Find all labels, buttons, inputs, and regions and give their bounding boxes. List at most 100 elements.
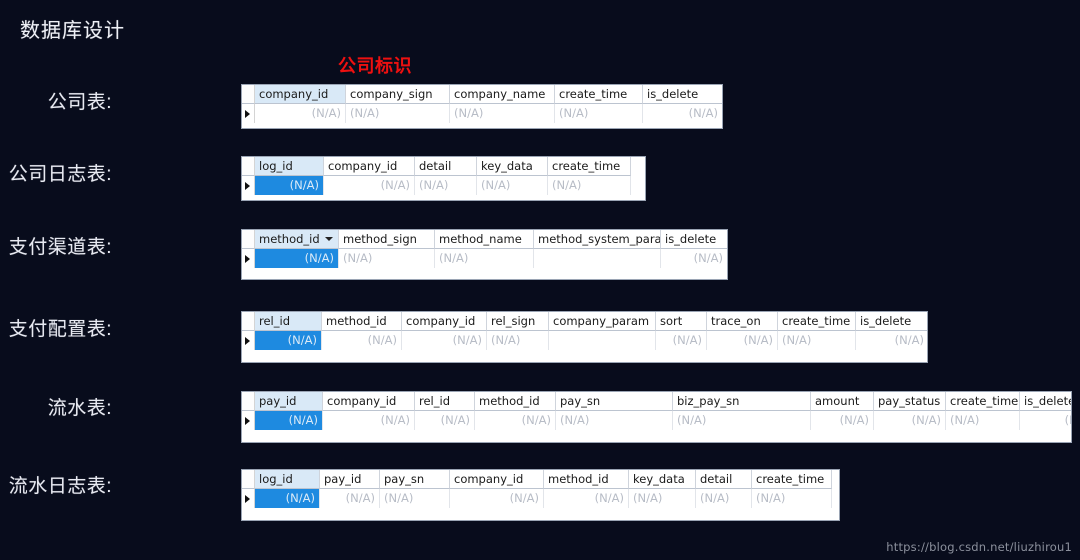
column-header[interactable]: create_time	[778, 312, 856, 331]
column-header[interactable]: company_param	[549, 312, 656, 331]
table-cell[interactable]: (N/A)	[487, 331, 549, 350]
column-header[interactable]: rel_sign	[487, 312, 549, 331]
column-header[interactable]: log_id	[255, 470, 320, 489]
column-header[interactable]: company_id	[324, 157, 415, 176]
column-header[interactable]: method_name	[435, 230, 534, 249]
data-grid[interactable]: log_id pay_id pay_sn company_id method_id key…	[241, 469, 840, 521]
column-header[interactable]: method_sign	[339, 230, 435, 249]
column-header[interactable]: company_id	[450, 470, 544, 489]
table-cell[interactable]: (N/A)	[402, 331, 487, 350]
table-cell[interactable]: (N/A)	[752, 489, 832, 508]
table-cell[interactable]: (N/A)	[339, 249, 435, 268]
table-cell[interactable]: (N/A)	[380, 489, 450, 508]
column-header[interactable]: create_time	[548, 157, 631, 176]
column-header[interactable]: sort	[656, 312, 707, 331]
column-header[interactable]: company_sign	[346, 85, 450, 104]
column-header[interactable]: company_id	[255, 85, 346, 104]
table-cell[interactable]: (N/A)	[555, 104, 643, 123]
table-cell[interactable]: (N/A)	[346, 104, 450, 123]
column-header[interactable]: create_time	[555, 85, 643, 104]
table-cell[interactable]: (N/A)	[856, 331, 927, 350]
column-header[interactable]: create_time	[752, 470, 832, 489]
column-header[interactable]: is_delete	[643, 85, 722, 104]
table-cell[interactable]: (N/A)	[556, 411, 673, 430]
table-cell[interactable]: (N/A)	[415, 411, 475, 430]
table-cell[interactable]: (N/A)	[415, 176, 477, 195]
row-indicator-gutter[interactable]	[242, 249, 255, 268]
column-header[interactable]: rel_id	[255, 312, 322, 331]
column-header[interactable]: method_id	[255, 230, 339, 249]
column-header[interactable]: key_data	[477, 157, 548, 176]
column-header[interactable]: is_delete	[661, 230, 727, 249]
data-grid[interactable]: company_id company_sign company_name create…	[241, 84, 723, 129]
table-cell[interactable]: (N/A)	[946, 411, 1020, 430]
table-cell[interactable]: (N/A)	[673, 411, 811, 430]
table-cell[interactable]: (N/A)	[255, 249, 339, 268]
table-cell[interactable]: (N/A)	[255, 176, 324, 195]
table-cell[interactable]: (N/A)	[255, 411, 323, 430]
row-indicator-gutter[interactable]	[242, 176, 255, 195]
column-header[interactable]: log_id	[255, 157, 324, 176]
table-cell[interactable]: (N/A)	[255, 489, 320, 508]
table-row[interactable]: (N/A) (N/A) (N/A) (N/A) (N/A)	[242, 176, 645, 195]
table-cell[interactable]: (N/A)	[255, 104, 346, 123]
column-header[interactable]: detail	[696, 470, 752, 489]
row-indicator-gutter[interactable]	[242, 489, 255, 508]
table-cell[interactable]: (N/A)	[643, 104, 722, 123]
table-cell[interactable]: (N/A)	[320, 489, 380, 508]
column-header[interactable]: company_name	[450, 85, 555, 104]
row-indicator-gutter[interactable]	[242, 411, 255, 430]
table-cell[interactable]: (N/A)	[450, 489, 544, 508]
table-cell[interactable]: (N/A)	[1020, 411, 1071, 430]
table-cell[interactable]: (N/A)	[477, 176, 548, 195]
table-cell[interactable]: (N/A)	[475, 411, 556, 430]
chevron-down-icon[interactable]	[325, 237, 333, 241]
column-header[interactable]: pay_status	[874, 392, 946, 411]
column-header[interactable]: amount	[811, 392, 874, 411]
table-cell[interactable]	[549, 331, 656, 350]
column-header[interactable]: pay_sn	[556, 392, 673, 411]
table-cell[interactable]: (N/A)	[322, 331, 402, 350]
table-cell[interactable]: (N/A)	[656, 331, 707, 350]
column-header[interactable]: detail	[415, 157, 477, 176]
table-cell[interactable]: (N/A)	[450, 104, 555, 123]
column-header[interactable]: is_delete	[856, 312, 927, 331]
data-grid[interactable]: method_id method_sign method_name method_sy…	[241, 229, 728, 280]
column-header[interactable]: rel_id	[415, 392, 475, 411]
column-header[interactable]: company_id	[323, 392, 415, 411]
table-cell[interactable]: (N/A)	[435, 249, 534, 268]
column-header[interactable]: method_id	[475, 392, 556, 411]
column-header[interactable]: trace_on	[707, 312, 778, 331]
table-cell[interactable]: (N/A)	[548, 176, 631, 195]
column-header[interactable]: method_system_param	[534, 230, 661, 249]
column-header[interactable]: is_delete	[1020, 392, 1071, 411]
table-cell[interactable]: (N/A)	[629, 489, 696, 508]
data-grid[interactable]: rel_id method_id company_id rel_sign company…	[241, 311, 928, 363]
table-cell[interactable]: (N/A)	[874, 411, 946, 430]
table-cell[interactable]: (N/A)	[323, 411, 415, 430]
table-cell[interactable]: (N/A)	[255, 331, 322, 350]
table-row[interactable]: (N/A) (N/A) (N/A) (N/A) (N/A) (N/A) (N/A) (N/A)…	[242, 411, 1071, 430]
table-cell[interactable]: (N/A)	[778, 331, 856, 350]
row-indicator-gutter[interactable]	[242, 331, 255, 350]
column-header[interactable]: key_data	[629, 470, 696, 489]
column-header[interactable]: method_id	[544, 470, 629, 489]
column-header[interactable]: pay_id	[255, 392, 323, 411]
table-cell[interactable]: (N/A)	[696, 489, 752, 508]
data-grid[interactable]: pay_id company_id rel_id method_id pay_sn biz…	[241, 391, 1072, 443]
table-row[interactable]: (N/A) (N/A) (N/A) (N/A)	[242, 249, 727, 268]
table-cell[interactable]: (N/A)	[811, 411, 874, 430]
data-grid[interactable]: log_id company_id detail key_data create_tim…	[241, 156, 646, 201]
row-indicator-gutter[interactable]	[242, 104, 255, 123]
table-row[interactable]: (N/A) (N/A) (N/A) (N/A) (N/A) (N/A) (N/A) (N/A)	[242, 331, 927, 350]
table-row[interactable]: (N/A) (N/A) (N/A) (N/A) (N/A) (N/A) (N/A) (N/A)	[242, 489, 839, 508]
table-cell[interactable]: (N/A)	[707, 331, 778, 350]
table-cell[interactable]	[534, 249, 661, 268]
table-cell[interactable]: (N/A)	[324, 176, 415, 195]
table-row[interactable]: (N/A) (N/A) (N/A) (N/A) (N/A)	[242, 104, 722, 123]
column-header[interactable]: pay_id	[320, 470, 380, 489]
column-header[interactable]: method_id	[322, 312, 402, 331]
column-header[interactable]: create_time	[946, 392, 1020, 411]
column-header[interactable]: pay_sn	[380, 470, 450, 489]
table-cell[interactable]: (N/A)	[661, 249, 727, 268]
